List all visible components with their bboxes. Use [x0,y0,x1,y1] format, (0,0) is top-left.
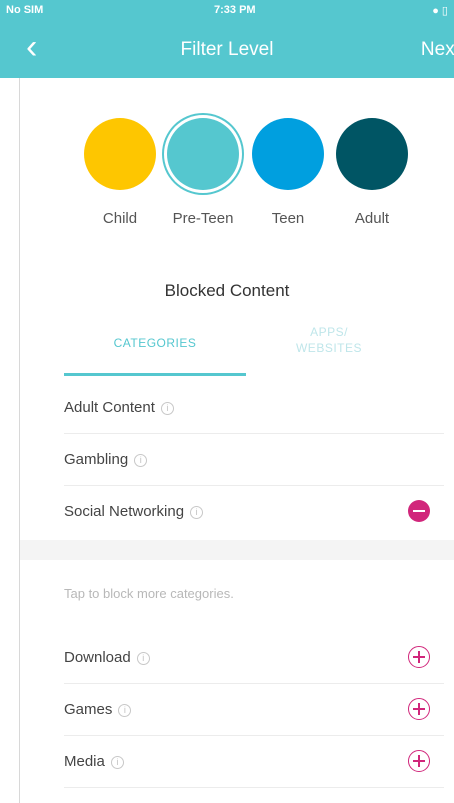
category-label: Games [64,701,113,718]
tab-apps-websites[interactable]: APPS/ WEBSITES [264,318,394,378]
info-icon[interactable]: i [134,454,148,467]
battery-icon: ● ▯ [432,5,448,17]
level-pre-teen-circle[interactable] [167,118,239,190]
level-teen-label: Teen [271,210,305,227]
tab-categories-label: CATEGORIES [113,336,197,350]
active-tab-indicator [64,373,246,376]
carrier-label: No SIM [6,4,44,16]
add-category-icon[interactable] [408,698,430,720]
level-adult[interactable]: Adult [332,118,412,227]
remove-category-icon[interactable] [408,500,430,522]
category-label: Download [64,649,131,666]
level-pre-teen[interactable]: Pre-Teen [163,118,243,227]
level-adult-circle[interactable] [336,118,408,190]
page-title: Filter Level [180,39,274,60]
level-child-circle[interactable] [84,118,156,190]
category-label: Adult Content [64,399,155,416]
category-label: Media [64,753,105,770]
available-category-row: Games i [20,684,454,736]
info-icon[interactable]: i [136,652,150,665]
blocked-category-row: Gambling i [20,434,454,486]
status-bar: No SIM 7:33 PM ● ▯ [0,0,454,22]
level-teen[interactable]: Teen [248,118,328,227]
category-label: Gambling [64,451,129,468]
level-pre-teen-label: Pre-Teen [172,210,234,227]
info-icon[interactable]: i [160,402,174,415]
info-icon[interactable]: i [190,506,204,519]
section-separator [20,540,454,560]
tab-apps-label: APPS/ [310,325,348,339]
blocked-category-row: Social Networking i [20,486,454,538]
info-icon[interactable]: i [118,704,132,717]
blocked-category-row: Adult Content i [20,382,454,434]
add-category-icon[interactable] [408,750,430,772]
level-adult-label: Adult [354,210,390,227]
level-teen-circle[interactable] [252,118,324,190]
nav-bar: ‹ Filter Level Next [0,22,454,78]
filter-level-selector: Child Pre-Teen Teen Adult [0,118,454,238]
category-label: Social Networking [64,503,185,520]
next-button[interactable]: Next [421,39,454,61]
level-child[interactable]: Child [80,118,160,227]
info-icon[interactable]: i [110,756,124,769]
tab-websites-label: WEBSITES [295,341,362,355]
level-child-label: Child [102,210,138,227]
row-divider [64,787,444,788]
available-category-row: Download i [20,632,454,684]
status-time: 7:33 PM [214,4,256,16]
blocked-content-heading: Blocked Content [164,281,290,300]
content-tabs: CATEGORIES APPS/ WEBSITES [64,318,394,378]
available-category-row: Media i [20,736,454,788]
filter-level-screen: No SIM 7:33 PM ● ▯ ‹ Filter Level Next C… [0,0,454,803]
block-more-hint: Tap to block more categories. [64,586,234,601]
tab-categories[interactable]: CATEGORIES [64,318,246,378]
add-category-icon[interactable] [408,646,430,668]
